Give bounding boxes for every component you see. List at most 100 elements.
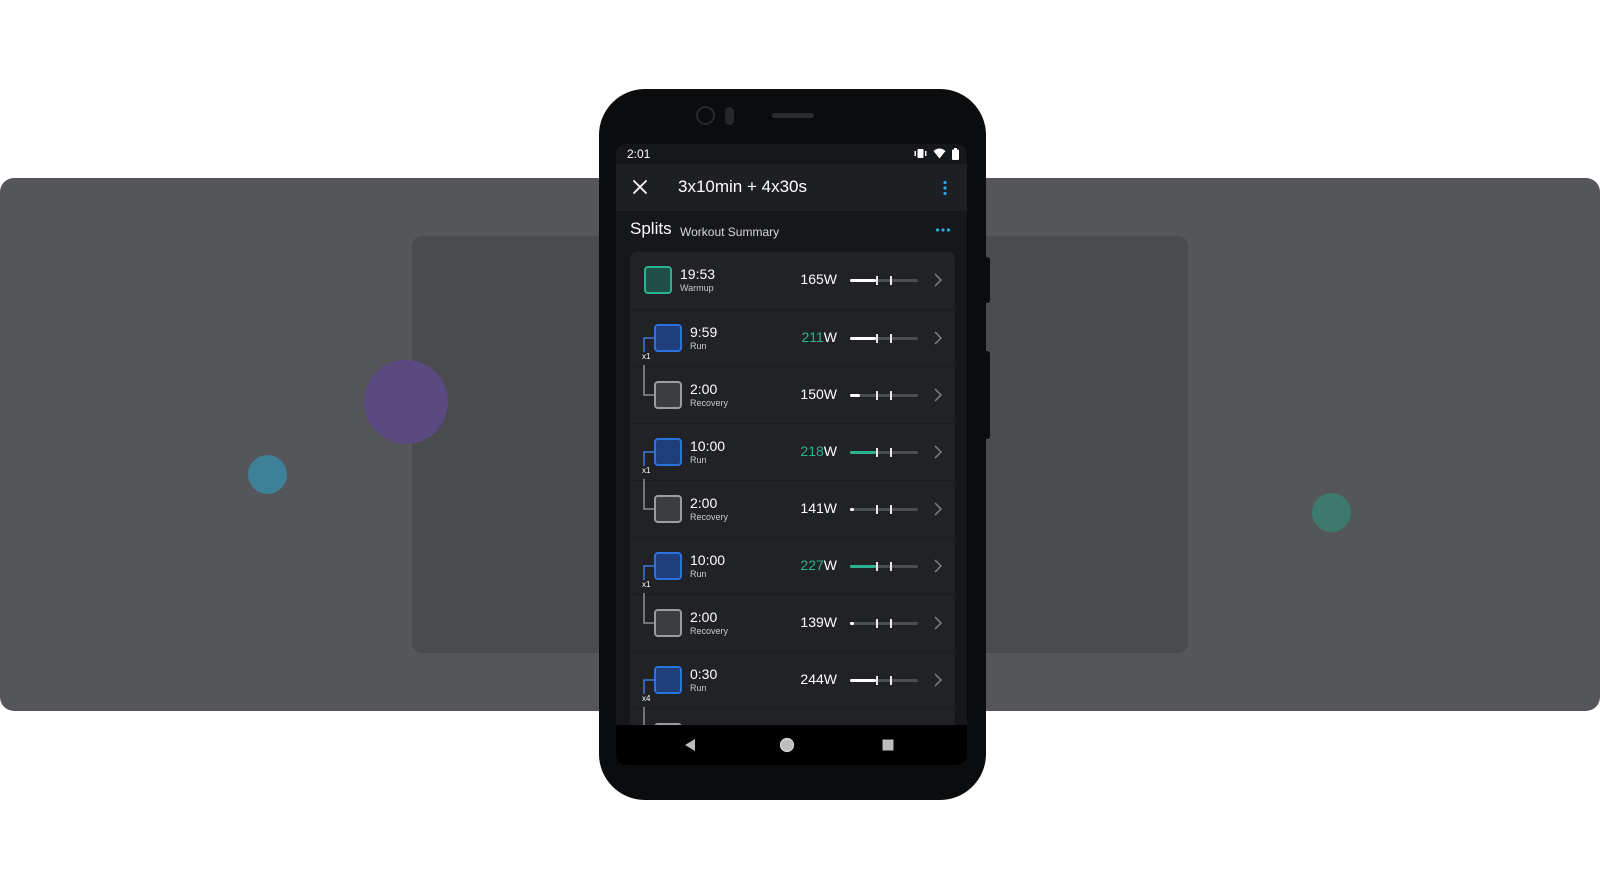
split-power: 218W: [800, 443, 837, 459]
power-range-bar: [850, 448, 918, 457]
power-value: 244: [800, 671, 824, 687]
power-range-bar: [850, 334, 918, 343]
power-bar-fill: [850, 279, 876, 282]
power-bar-fill: [850, 394, 860, 397]
front-camera: [696, 106, 715, 125]
repeat-count: x4: [642, 694, 651, 703]
power-unit: W: [823, 329, 837, 345]
power-unit: W: [823, 443, 837, 459]
status-icons: [914, 147, 959, 160]
split-power: 150W: [800, 386, 837, 402]
power-bar-fill: [850, 622, 854, 625]
split-duration: 0:30: [690, 666, 718, 682]
earpiece-speaker: [772, 113, 814, 118]
nav-recents-button[interactable]: [878, 735, 898, 755]
power-bar-tick: [890, 391, 892, 400]
split-row[interactable]: x1 10:00 Run 218W: [630, 423, 955, 480]
power-value: 227: [800, 557, 824, 573]
vibrate-icon: [914, 148, 927, 159]
power-range-bar: [850, 391, 918, 400]
power-bar-tick: [890, 276, 892, 285]
split-type-label: Warmup: [680, 283, 714, 293]
group-connector-icon: [643, 593, 654, 624]
chevron-right-icon: [934, 273, 943, 287]
power-unit: W: [823, 671, 837, 687]
power-bar-tick: [876, 562, 878, 571]
split-row[interactable]: 2:00 Recovery 150W: [630, 365, 955, 423]
chevron-right-icon: [934, 559, 943, 573]
nav-back-button[interactable]: [680, 735, 700, 755]
split-duration: 10:00: [690, 438, 726, 454]
split-power: 227W: [800, 557, 837, 573]
proximity-sensor: [725, 107, 734, 125]
system-nav-bar: [616, 725, 967, 765]
chevron-right-icon: [934, 445, 943, 459]
split-color-chip: [654, 495, 682, 523]
battery-icon: [952, 147, 959, 160]
split-duration: 2:00: [690, 609, 718, 625]
splits-header: Splits Workout Summary: [616, 211, 967, 251]
repeat-count: x1: [642, 580, 651, 589]
group-connector-icon: [643, 707, 645, 726]
split-row[interactable]: [630, 707, 955, 726]
split-duration: 9:59: [690, 324, 718, 340]
split-color-chip: [654, 666, 682, 694]
power-bar-fill: [850, 508, 854, 511]
split-type-label: Run: [690, 341, 707, 351]
power-value: 141: [800, 500, 824, 516]
power-value: 139: [800, 614, 824, 630]
group-connector-icon: [643, 479, 654, 510]
presentation-stage: 2:01 3x10min + 4x30s Splits Workout Summ…: [0, 0, 1600, 889]
power-unit: W: [823, 614, 837, 630]
split-color-chip: [654, 324, 682, 352]
more-vertical-icon: [943, 180, 947, 196]
power-bar-tick: [876, 619, 878, 628]
split-duration: 10:00: [690, 552, 726, 568]
decorative-circle-teal: [1312, 493, 1351, 532]
split-row[interactable]: x1 9:59 Run 211W: [630, 309, 955, 366]
decorative-circle-purple: [364, 360, 448, 444]
split-power: 211W: [801, 329, 837, 345]
split-row[interactable]: x1 10:00 Run 227W: [630, 537, 955, 594]
phone-screen: 2:01 3x10min + 4x30s Splits Workout Summ…: [616, 144, 967, 765]
chevron-right-icon: [934, 502, 943, 516]
split-power: 139W: [800, 614, 837, 630]
repeat-count: x1: [642, 466, 651, 475]
power-value: 165: [800, 271, 824, 287]
power-bar-tick: [876, 505, 878, 514]
power-value: 218: [800, 443, 824, 459]
nav-home-button[interactable]: [777, 735, 797, 755]
split-row[interactable]: 2:00 Recovery 139W: [630, 593, 955, 651]
split-row[interactable]: 2:00 Recovery 141W: [630, 479, 955, 537]
app-bar: 3x10min + 4x30s: [616, 164, 967, 211]
split-type-label: Recovery: [690, 626, 729, 636]
split-row[interactable]: 19:53 Warmup 165W: [630, 252, 955, 309]
split-type-label: Run: [690, 455, 707, 465]
split-row[interactable]: x4 0:30 Run 244W: [630, 651, 955, 708]
power-bar-tick: [876, 334, 878, 343]
split-color-chip: [654, 609, 682, 637]
split-color-chip: [654, 381, 682, 409]
power-bar-tick: [876, 448, 878, 457]
status-bar: 2:01: [616, 144, 967, 164]
split-power: 141W: [800, 500, 837, 516]
power-bar-fill: [850, 565, 876, 568]
recents-square-icon: [882, 739, 894, 751]
split-power: 244W: [800, 671, 837, 687]
power-unit: W: [823, 271, 837, 287]
split-type-label: Recovery: [690, 398, 729, 408]
power-bar-tick: [876, 391, 878, 400]
power-range-bar: [850, 619, 918, 628]
close-icon: [633, 180, 647, 194]
power-bar-tick: [890, 619, 892, 628]
split-color-chip: [654, 438, 682, 466]
overflow-menu-button[interactable]: [937, 176, 953, 200]
chevron-right-icon: [934, 673, 943, 687]
page-title: 3x10min + 4x30s: [678, 177, 807, 196]
power-unit: W: [823, 386, 837, 402]
decorative-circle-blue: [248, 455, 287, 494]
power-bar-tick: [890, 505, 892, 514]
section-more-button[interactable]: [933, 220, 953, 240]
close-button[interactable]: [628, 175, 652, 199]
split-power: 165W: [800, 271, 837, 287]
